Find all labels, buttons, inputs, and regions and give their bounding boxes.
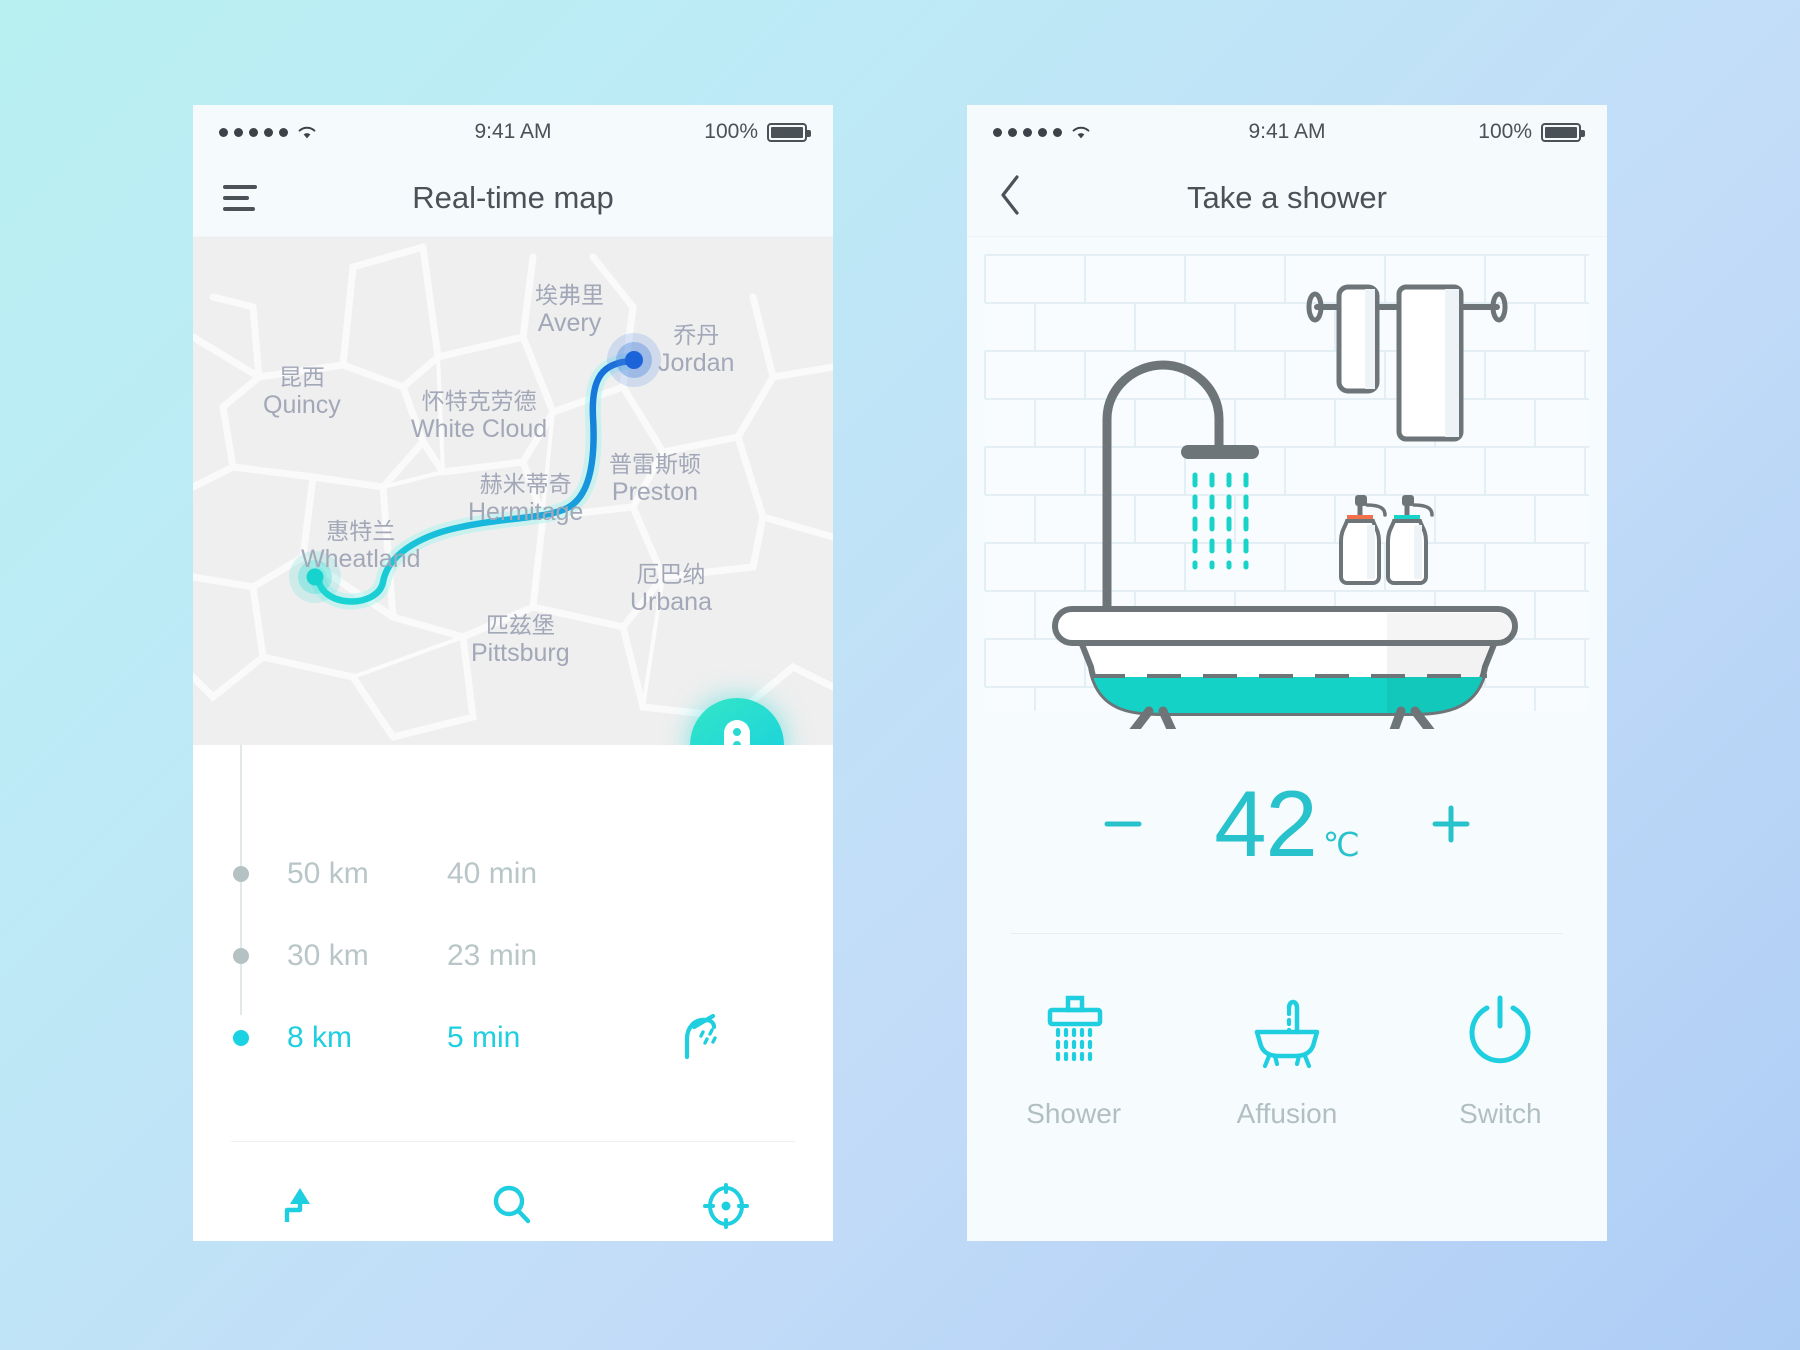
status-bar-shower: 9:41 AM 100% [967, 105, 1607, 159]
bathtub [1052, 606, 1518, 729]
mode-buttons: Shower Affusion Switch [967, 990, 1607, 1130]
locate-icon[interactable] [666, 1156, 786, 1241]
route-duration: 5 min [447, 1021, 521, 1054]
mode-switch-button[interactable]: Switch [1394, 990, 1607, 1130]
power-icon [1459, 990, 1541, 1072]
status-time: 9:41 AM [1248, 120, 1326, 143]
shower-content: 42 ℃ Shower Affusion Switch [967, 237, 1607, 1241]
route-dot [233, 1030, 249, 1046]
map-roads [193, 243, 833, 741]
battery-icon [767, 122, 811, 142]
route-dot [233, 948, 249, 964]
page-title: Real-time map [412, 179, 614, 215]
hamburger-icon[interactable] [223, 184, 257, 211]
route-duration: 40 min [447, 857, 538, 890]
temperature-number: 42 [1214, 771, 1318, 876]
page-title: Take a shower [1187, 179, 1387, 215]
traffic-light-icon [724, 720, 750, 745]
mode-label: Affusion [1236, 1098, 1338, 1129]
route-distance: 30 km [287, 939, 369, 972]
navbar-shower: Take a shower [967, 159, 1607, 237]
battery-icon [1541, 122, 1585, 142]
mode-affusion-button[interactable]: Affusion [1180, 990, 1393, 1130]
route-dot [233, 866, 249, 882]
mode-label: Shower [1026, 1098, 1122, 1129]
status-time: 9:41 AM [474, 120, 552, 143]
temperature-control: 42 ℃ [967, 777, 1607, 871]
temperature-unit: ℃ [1322, 826, 1360, 863]
route-row[interactable]: 8 km 5 min [193, 997, 833, 1079]
temperature-increase-button[interactable] [1416, 798, 1486, 850]
phone-map-screen: 9:41 AM 100% Real-time map 埃弗里 Avery 昆西 … [193, 105, 833, 1241]
route-row[interactable]: 50 km 40 min [193, 833, 833, 915]
search-icon[interactable] [453, 1156, 573, 1241]
navbar-map: Real-time map [193, 159, 833, 237]
route-duration: 23 min [447, 939, 538, 972]
route-list: 50 km 40 min 30 km 23 min 8 km 5 min [193, 745, 833, 1241]
route-distance: 50 km [287, 857, 369, 890]
shower-head-icon [1033, 990, 1115, 1072]
section-divider [1011, 933, 1563, 934]
bottom-toolbar [193, 1142, 833, 1241]
chevron-left-icon[interactable] [997, 173, 1023, 222]
temperature-value: 42 ℃ [1214, 777, 1360, 871]
map-canvas[interactable]: 埃弗里 Avery 昆西 Quincy 怀特克劳德 White Cloud 乔丹… [193, 237, 833, 745]
temperature-decrease-button[interactable] [1088, 798, 1158, 850]
route-row[interactable]: 30 km 23 min [193, 915, 833, 997]
route-distance: 8 km [287, 1021, 353, 1054]
phone-shower-screen: 9:41 AM 100% Take a shower 42 ℃ Shower A… [967, 105, 1607, 1241]
mode-label: Switch [1459, 1098, 1542, 1129]
bathtub-icon [1243, 990, 1331, 1072]
status-bar-map: 9:41 AM 100% [193, 105, 833, 159]
bathtub-shower-illustration [967, 237, 1607, 729]
shower-head-icon[interactable] [665, 1005, 727, 1072]
navigate-icon[interactable] [240, 1156, 360, 1241]
mode-shower-button[interactable]: Shower [967, 990, 1180, 1130]
